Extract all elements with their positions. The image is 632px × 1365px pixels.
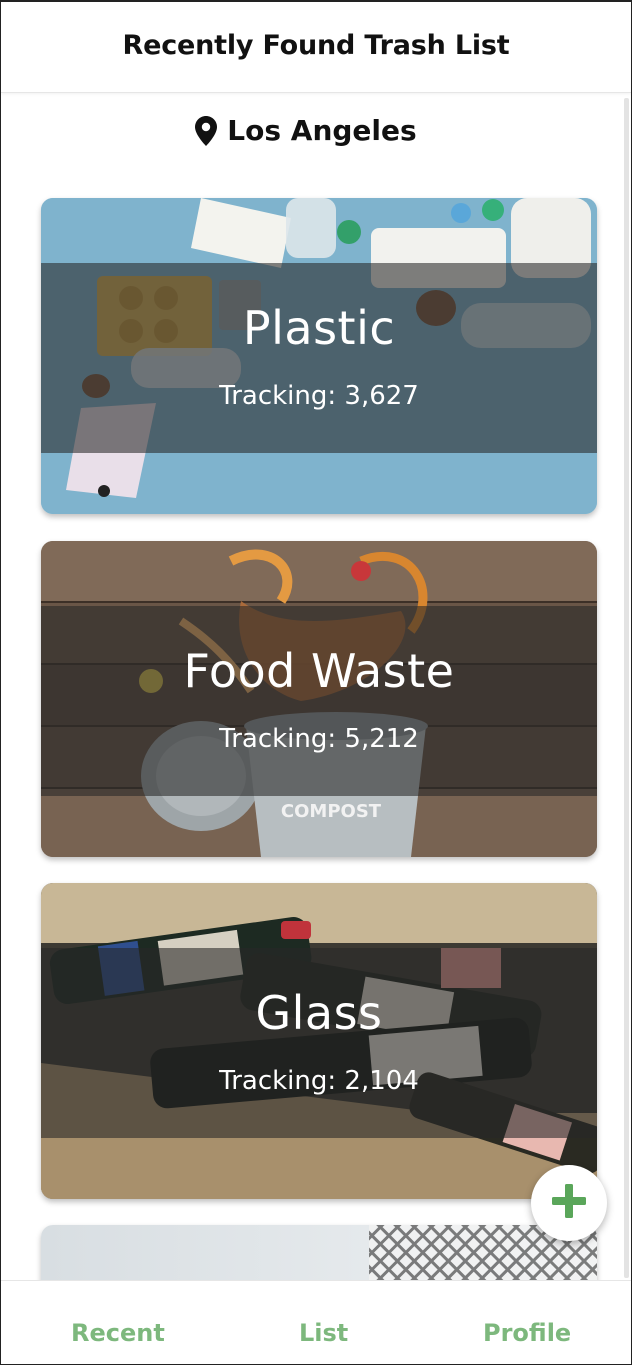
location-label: Los Angeles: [227, 114, 417, 147]
bottom-navigation: Recent List Profile: [1, 1280, 631, 1364]
card-overlay: [41, 263, 597, 453]
card-title: Glass: [255, 986, 383, 1040]
app-header: Recently Found Trash List: [1, 2, 631, 93]
app-screen: Recently Found Trash List Los Angeles Pl…: [0, 0, 632, 1365]
tracking-count: Tracking: 3,627: [219, 381, 419, 411]
category-card-glass[interactable]: Glass Tracking: 2,104: [41, 883, 597, 1199]
card-overlay: [41, 606, 597, 796]
card-overlay: [41, 948, 597, 1138]
add-button[interactable]: [531, 1165, 607, 1241]
scrollbar[interactable]: [624, 98, 629, 1278]
page-title: Recently Found Trash List: [122, 29, 510, 61]
location-selector[interactable]: Los Angeles: [1, 114, 611, 147]
card-title: Plastic: [242, 301, 396, 355]
nav-tab-recent[interactable]: Recent: [71, 1319, 165, 1347]
svg-text:COMPOST: COMPOST: [281, 801, 382, 822]
category-card-food-waste[interactable]: COMPOST Food Waste Tracking: 5,212: [41, 541, 597, 857]
nav-tab-profile[interactable]: Profile: [483, 1319, 571, 1347]
tracking-count: Tracking: 2,104: [219, 1066, 419, 1096]
map-pin-icon: [195, 115, 218, 146]
nav-tab-list[interactable]: List: [299, 1319, 348, 1347]
plus-icon: [552, 1184, 586, 1222]
category-card-plastic[interactable]: Plastic Tracking: 3,627: [41, 198, 597, 514]
tracking-count: Tracking: 5,212: [219, 724, 419, 754]
card-title: Food Waste: [183, 644, 455, 698]
